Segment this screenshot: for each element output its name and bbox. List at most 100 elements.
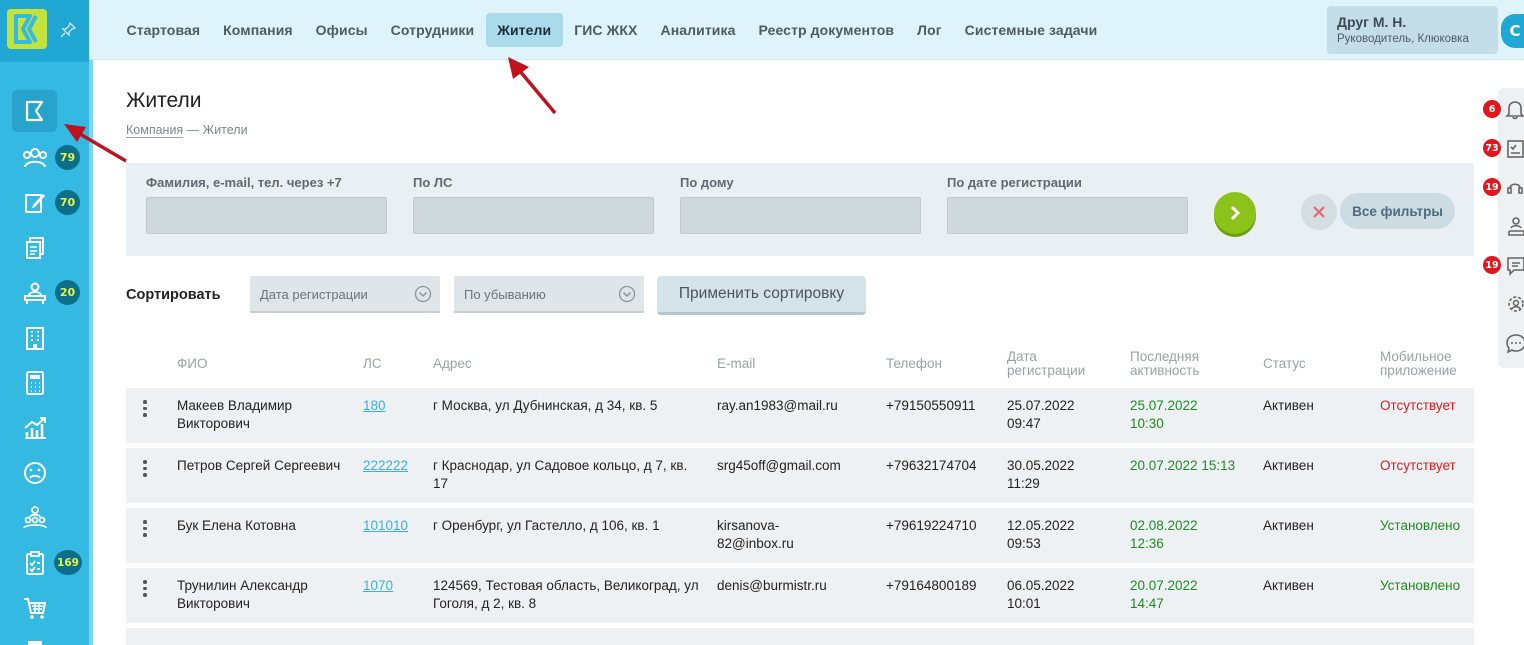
sort-order-select[interactable]: По убыванию: [454, 276, 644, 313]
menu-item-offices[interactable]: Офисы: [304, 13, 379, 47]
sidebar-badge: 20: [55, 280, 80, 305]
reception-icon[interactable]: [1504, 215, 1524, 237]
menu-item-system-tasks[interactable]: Системные задачи: [953, 13, 1109, 47]
cell-phone: +79150550911: [886, 398, 976, 413]
clear-filters-button[interactable]: [1301, 194, 1337, 230]
sort-field-select[interactable]: Дата регистрации: [250, 276, 440, 313]
cell-last-activity: 02.08.2022 12:36: [1130, 518, 1198, 551]
name-email-phone-input[interactable]: [146, 197, 387, 234]
row-menu-icon[interactable]: [141, 460, 149, 480]
column-header-email: E-mail: [717, 356, 756, 371]
cell-status: Активен: [1263, 578, 1314, 593]
sidebar-item-calculator[interactable]: [12, 362, 57, 404]
cell-fio: Бук Елена Котовна: [177, 518, 296, 533]
sidebar-item-complaints[interactable]: [12, 452, 57, 494]
filter-label: По ЛС: [413, 175, 453, 190]
comment-icon[interactable]: [1504, 332, 1524, 354]
menu-item-employees[interactable]: Сотрудники: [379, 13, 486, 47]
logo[interactable]: [7, 9, 47, 49]
all-filters-button[interactable]: Все фильтры: [1340, 193, 1455, 229]
pin-icon[interactable]: [60, 21, 77, 42]
apply-filters-button[interactable]: [1214, 192, 1256, 234]
menu-item-analytics[interactable]: Аналитика: [649, 13, 747, 47]
checklist-icon: [25, 551, 44, 575]
sidebar-item-more[interactable]: [12, 632, 57, 645]
team-icon: [22, 506, 47, 529]
partial-icon: [27, 641, 42, 645]
filter-reg-date: По дате регистрации: [947, 175, 1188, 234]
sidebar-item-shop[interactable]: [12, 587, 57, 629]
settings-user-icon[interactable]: [1504, 293, 1524, 315]
sidebar-item-residents[interactable]: [12, 137, 57, 179]
cell-mobile-app: Отсутствует: [1380, 398, 1456, 413]
column-header-fio: ФИО: [177, 356, 208, 371]
avatar[interactable]: С: [1501, 14, 1524, 48]
cell-address: г Москва, ул Дубнинская, д 34, кв. 5: [433, 398, 658, 413]
cell-last-activity: 20.07.2022 15:13: [1130, 458, 1236, 473]
filter-label: Фамилия, e-mail, тел. через +7: [146, 175, 342, 190]
menu-item-residents[interactable]: Жители: [485, 13, 563, 47]
sidebar-item-start[interactable]: [12, 90, 57, 132]
column-header-mobile-app: Мобильное приложение: [1380, 349, 1457, 378]
menu-item-log[interactable]: Лог: [906, 13, 954, 47]
menu-item-company[interactable]: Компания: [212, 13, 305, 47]
table-row[interactable]: Трунилин Александр Викторович 1070 12456…: [126, 568, 1474, 623]
row-menu-icon[interactable]: [141, 400, 149, 420]
cell-address: г Оренбург, ул Гастелло, д 106, кв. 1: [433, 518, 660, 533]
sidebar-item-reception[interactable]: [12, 272, 57, 314]
reception-icon: [23, 282, 46, 304]
cell-status: Активен: [1263, 458, 1314, 473]
checklist-icon[interactable]: [1504, 137, 1524, 159]
cell-ls-link[interactable]: 101010: [363, 517, 408, 535]
cell-last-activity: 25.07.2022 10:30: [1130, 398, 1198, 431]
house-input[interactable]: [680, 197, 921, 234]
table-row[interactable]: Бук Елена Котовна 101010 г Оренбург, ул …: [126, 508, 1474, 563]
building-icon: [25, 327, 44, 350]
cell-ls-link[interactable]: 1070: [363, 577, 393, 595]
row-menu-icon[interactable]: [141, 520, 149, 540]
support-icon[interactable]: [1504, 176, 1524, 198]
residents-icon: [22, 148, 47, 168]
sidebar-edge: [89, 60, 93, 645]
sidebar-item-tasks[interactable]: [12, 542, 57, 584]
user-menu[interactable]: Друг М. Н. Руководитель, Клюковка: [1327, 6, 1498, 54]
edit-icon: [24, 194, 45, 213]
sidebar-item-documents[interactable]: [12, 227, 57, 269]
cell-reg-date: 25.07.2022 09:47: [1007, 398, 1075, 431]
cell-phone: +79164800189: [886, 578, 977, 593]
sidebar-item-analytics[interactable]: [12, 407, 57, 449]
chat-icon[interactable]: [1504, 254, 1524, 276]
table-row-partial[interactable]: [126, 628, 1474, 645]
sidebar-item-team[interactable]: [12, 497, 57, 539]
reg-date-input[interactable]: [947, 197, 1188, 234]
sidebar-item-requests[interactable]: [12, 182, 57, 224]
menu-item-start[interactable]: Стартовая: [115, 13, 212, 47]
cell-ls-link[interactable]: 180: [363, 397, 386, 415]
ls-input[interactable]: [413, 197, 654, 234]
bell-icon[interactable]: [1504, 98, 1524, 120]
cell-reg-date: 30.05.2022 11:29: [1007, 458, 1075, 491]
menu-item-document-registry[interactable]: Реестр документов: [747, 13, 906, 47]
column-header-reg-date: Дата регистрации: [1007, 349, 1086, 378]
apply-sort-button[interactable]: Применить сортировку: [657, 276, 866, 315]
sort-label: Сортировать: [126, 287, 221, 303]
cell-ls-link[interactable]: 222222: [363, 457, 408, 475]
user-role: Руководитель, Клюковка: [1337, 33, 1469, 45]
main-menu: Стартовая Компания Офисы Сотрудники Жите…: [115, 13, 1109, 47]
cell-address: г Краснодар, ул Садовое кольцо, д 7, кв.…: [433, 458, 688, 491]
cell-phone: +79619224710: [886, 518, 977, 533]
menu-item-gis[interactable]: ГИС ЖКХ: [563, 13, 649, 47]
cell-last-activity: 20.07.2022 14:47: [1130, 578, 1198, 611]
table-row[interactable]: Петров Сергей Сергеевич 222222 г Краснод…: [126, 448, 1474, 503]
documents-icon: [25, 237, 44, 259]
sidebar-item-buildings[interactable]: [12, 317, 57, 359]
column-header-phone: Телефон: [886, 356, 943, 371]
row-menu-icon[interactable]: [141, 580, 149, 600]
sort-field-value: Дата регистрации: [260, 287, 368, 302]
filters-panel: Фамилия, e-mail, тел. через +7 По ЛС По …: [126, 163, 1474, 256]
cell-address: 124569, Тестовая область, Великоград, ул…: [433, 578, 699, 611]
cell-status: Активен: [1263, 518, 1314, 533]
table-row[interactable]: Макеев Владимир Викторович 180 г Москва,…: [126, 388, 1474, 443]
filter-ls: По ЛС: [413, 175, 654, 234]
breadcrumb-link-company[interactable]: Компания: [126, 123, 184, 138]
